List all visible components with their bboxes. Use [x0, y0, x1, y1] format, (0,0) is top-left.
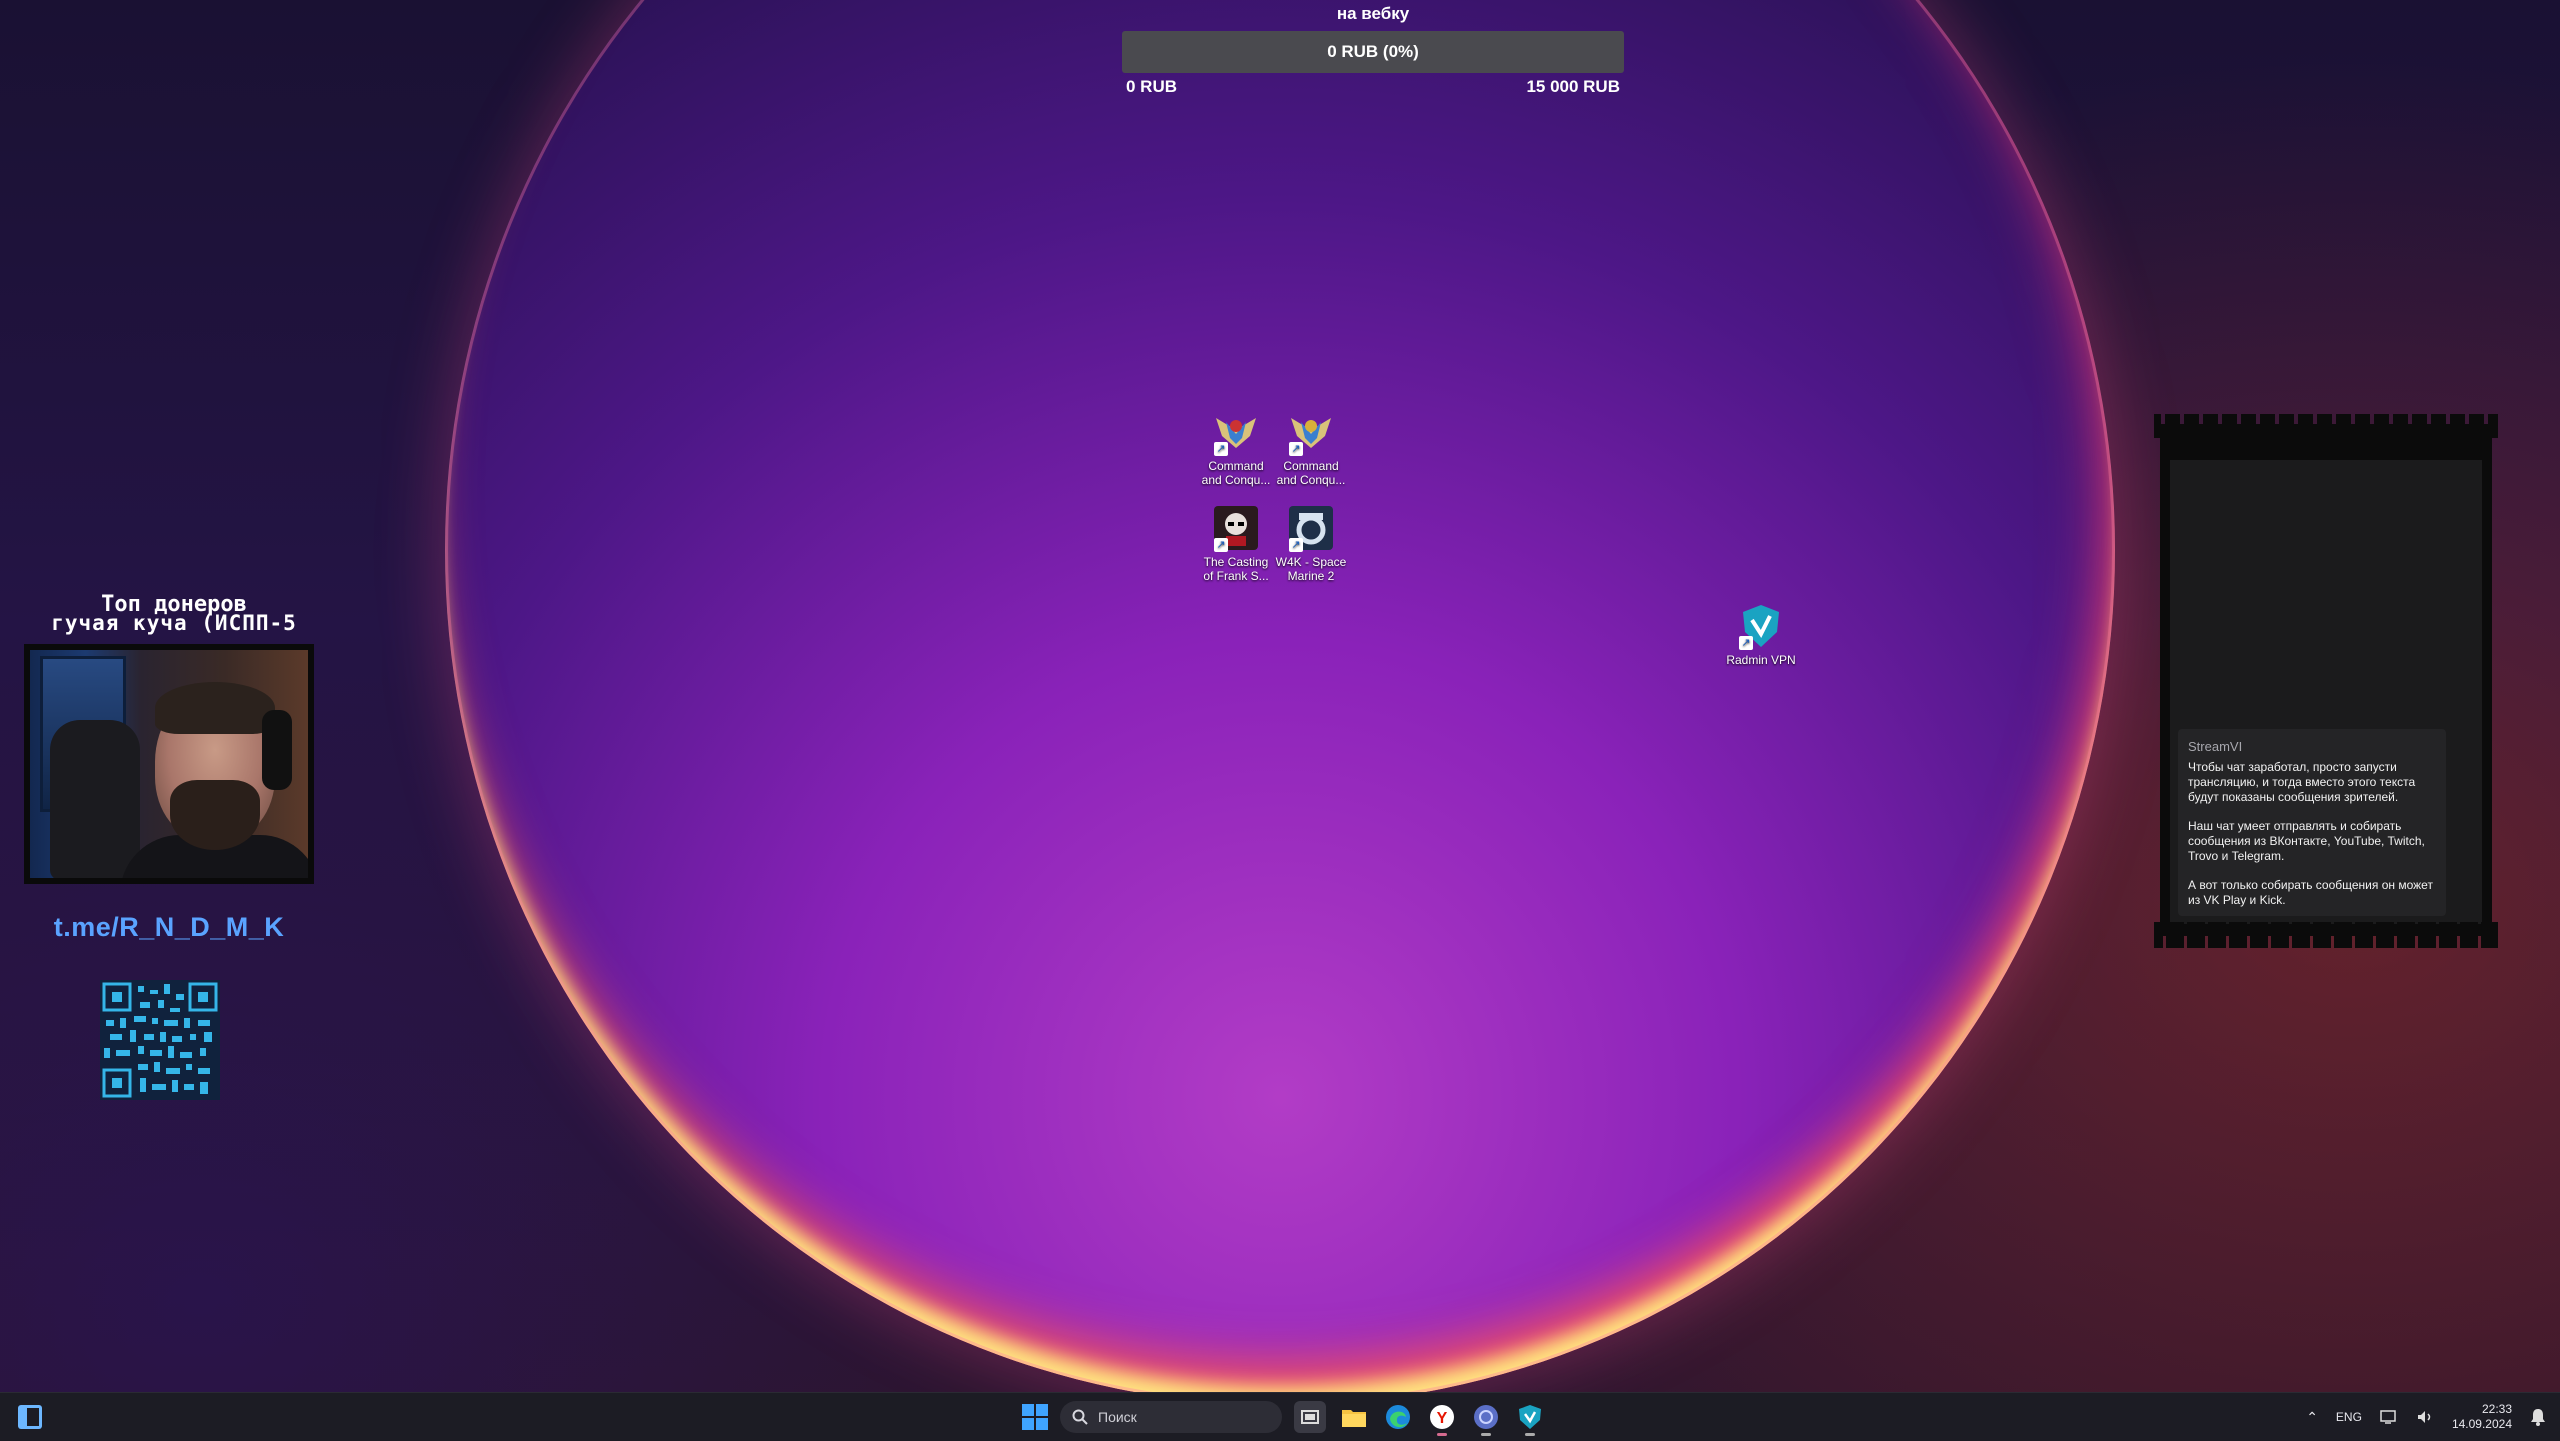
svg-text:Y: Y	[1437, 1410, 1448, 1427]
donation-goal-progress-label: 0 RUB (0%)	[1327, 42, 1419, 61]
donation-goal-widget: на вебку 0 RUB (0%) 0 RUB 15 000 RUB	[1122, 0, 1624, 97]
headphones-icon	[262, 710, 292, 790]
taskbar: Поиск Y ⌃ ENG 22:33 14.09.2024	[0, 1392, 2560, 1441]
clock-date: 14.09.2024	[2451, 1417, 2512, 1431]
chat-message-author: StreamVI	[2188, 739, 2243, 754]
desktop-icon-the-casting-of-frank-stone[interactable]: ↗ The Casting of Frank S...	[1198, 504, 1274, 583]
top-donors-entry: гучая куча (ИСПП-5	[51, 611, 297, 635]
task-view-button[interactable]	[1294, 1401, 1326, 1433]
command-and-conquer-icon: ↗	[1212, 408, 1260, 456]
file-explorer-button[interactable]	[1338, 1401, 1370, 1433]
chat-message-text: А вот только собирать сообщения он может…	[2188, 878, 2433, 907]
desktop-icon-command-and-conquer-1[interactable]: ↗ Command and Conqu...	[1198, 408, 1274, 487]
edge-button[interactable]	[1382, 1401, 1414, 1433]
globe-app-icon	[1474, 1405, 1498, 1429]
donation-goal-bar: 0 RUB (0%)	[1122, 31, 1624, 73]
the-casting-of-frank-stone-icon: ↗	[1212, 504, 1260, 552]
clock-time: 22:33	[2481, 1402, 2512, 1416]
globe-app-button[interactable]	[1470, 1401, 1502, 1436]
yandex-browser-button[interactable]: Y	[1426, 1401, 1458, 1436]
radmin-vpn-taskbar-button[interactable]	[1514, 1401, 1546, 1436]
network-icon[interactable]	[2380, 1409, 2398, 1425]
stream-chat-widget: StreamVI Чтобы чат заработал, просто зап…	[2154, 414, 2498, 948]
donation-goal-title: на вебку	[1336, 4, 1410, 23]
donation-goal-max: 15 000 RUB	[1526, 77, 1620, 96]
chevron-up-icon[interactable]: ⌃	[2306, 1409, 2318, 1426]
chat-message-text: Наш чат умеет отправлять и собирать сооб…	[2188, 819, 2425, 863]
donation-goal-min: 0 RUB	[1126, 77, 1178, 96]
command-and-conquer-icon: ↗	[1287, 408, 1335, 456]
desktop-icon-command-and-conquer-2[interactable]: ↗ Command and Conqu...	[1273, 408, 1349, 487]
search-placeholder: Поиск	[1098, 1409, 1137, 1425]
chat-panel: StreamVI Чтобы чат заработал, просто зап…	[2170, 460, 2482, 924]
notifications-icon[interactable]	[2530, 1408, 2546, 1426]
volume-icon[interactable]	[2416, 1409, 2434, 1425]
system-tray: ⌃ ENG 22:33 14.09.2024	[2306, 1393, 2560, 1441]
desktop-icon-label: Command and Conqu...	[1201, 459, 1271, 487]
radmin-vpn-icon: ↗	[1737, 602, 1785, 650]
desktop-icon-label: Radmin VPN	[1726, 653, 1796, 667]
taskbar-search[interactable]: Поиск	[1060, 1401, 1282, 1433]
yandex-browser-icon: Y	[1430, 1405, 1454, 1429]
desktop-icon-label: Command and Conqu...	[1276, 459, 1346, 487]
chat-message: StreamVI Чтобы чат заработал, просто зап…	[2178, 729, 2446, 916]
webcam-overlay	[24, 644, 314, 884]
widgets-button[interactable]	[18, 1405, 42, 1429]
task-view-icon	[1301, 1410, 1319, 1424]
edge-icon	[1386, 1405, 1410, 1429]
desktop-icon-radmin-vpn[interactable]: ↗ Radmin VPN	[1723, 602, 1799, 667]
file-explorer-icon	[1342, 1410, 1366, 1427]
telegram-link: t.me/R_N_D_M_K	[53, 912, 285, 942]
language-indicator[interactable]: ENG	[2336, 1410, 2362, 1424]
radmin-vpn-icon	[1519, 1405, 1541, 1429]
clock[interactable]: 22:33 14.09.2024	[2452, 1402, 2512, 1432]
start-button[interactable]	[1022, 1404, 1048, 1430]
top-donors-widget: Топ донеров гучая куча (ИСПП-5	[14, 594, 334, 635]
chat-message-text: Чтобы чат заработал, просто запусти тран…	[2188, 760, 2416, 804]
qr-code-icon	[100, 980, 220, 1100]
search-icon	[1072, 1409, 1088, 1425]
desktop-icon-space-marine-2[interactable]: ↗ W4K - Space Marine 2	[1273, 504, 1349, 583]
desktop-icon-label: W4K - Space Marine 2	[1275, 555, 1347, 583]
space-marine-icon: ↗	[1287, 504, 1335, 552]
desktop-icon-label: The Casting of Frank S...	[1203, 555, 1269, 583]
taskbar-center: Поиск Y	[1022, 1400, 1546, 1436]
